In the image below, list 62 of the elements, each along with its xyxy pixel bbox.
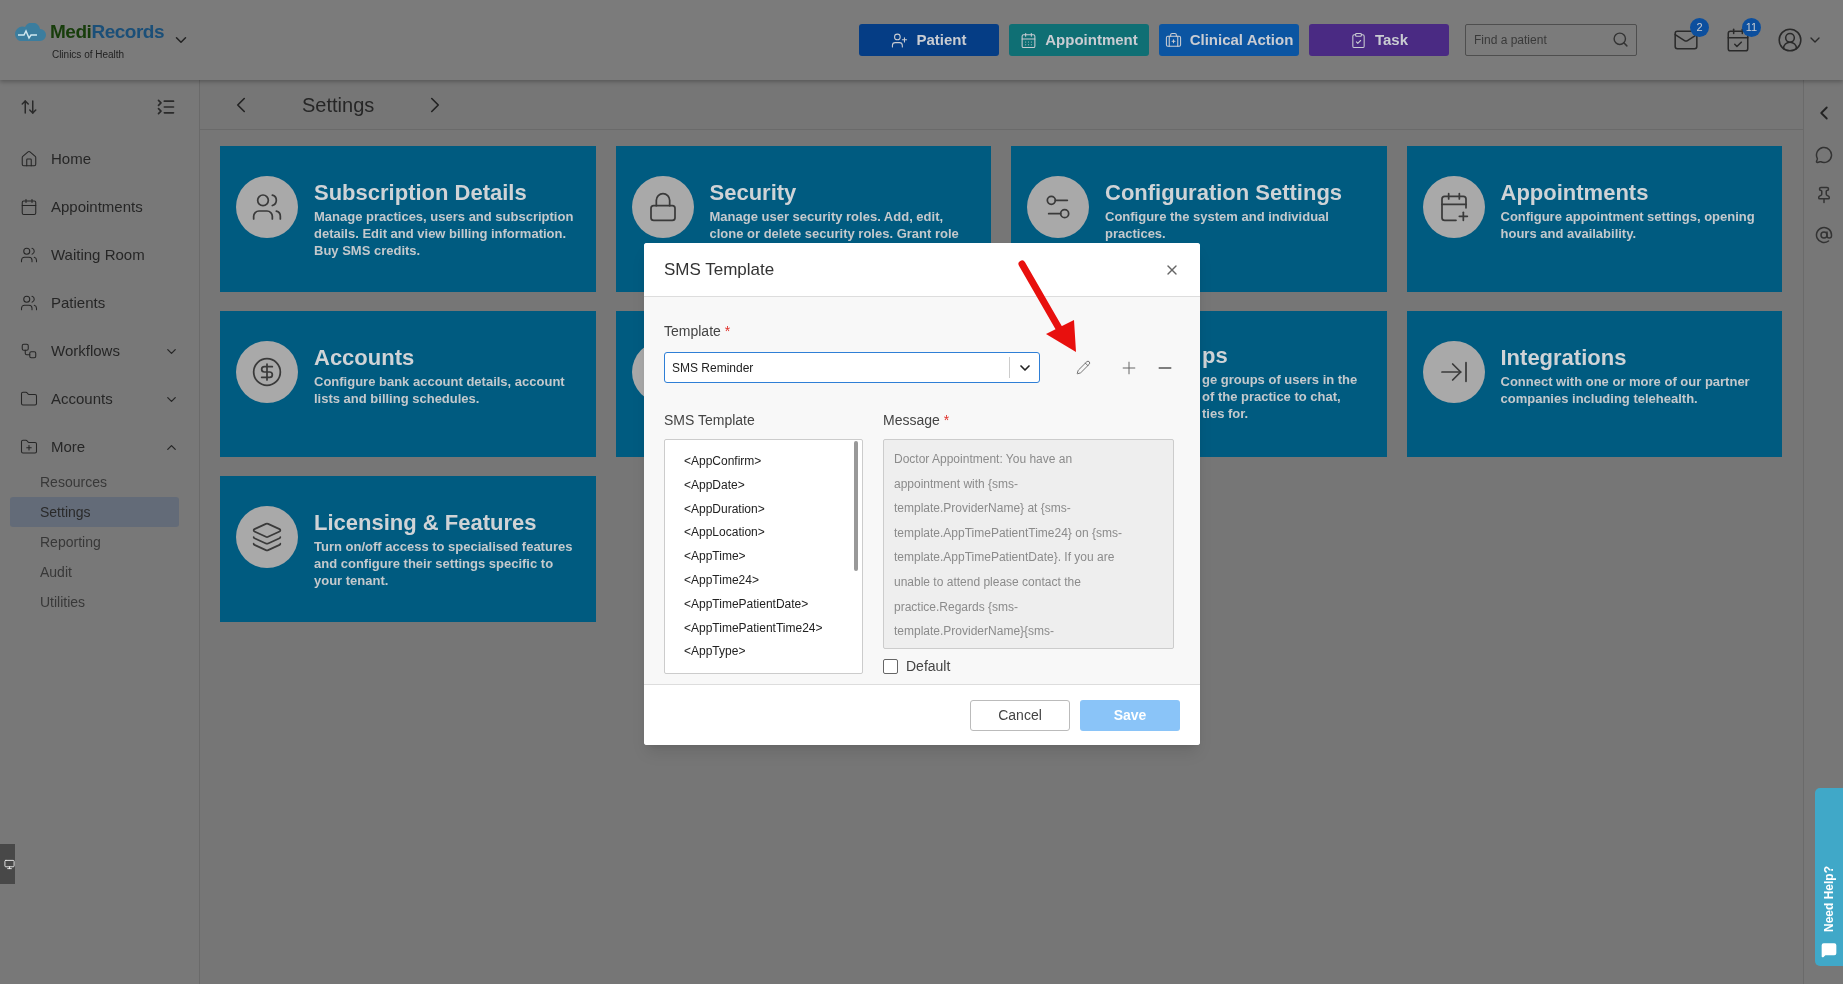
card-description: Manage user security roles. Add, edit, clone or delete security roles. Grant role xyxy=(709,208,960,242)
submenu-item[interactable]: Reporting xyxy=(10,527,179,557)
page-title: Settings xyxy=(302,92,375,118)
card-title: Subscription Details xyxy=(314,179,528,207)
placeholder-item[interactable]: <AppConfirm> xyxy=(684,450,862,474)
help-tab[interactable]: Need Help? xyxy=(1815,788,1843,966)
sidebar-item[interactable]: Appointments xyxy=(20,183,179,231)
checkbox-label: Default xyxy=(906,657,951,676)
sidebar-item[interactable]: Patients xyxy=(20,279,179,327)
card-description: Configure appointment settings, opening hours and availability. xyxy=(1500,208,1756,242)
settings-card[interactable]: Appointments Configure appointment settings, opening hours and availability. xyxy=(1406,146,1782,292)
header-button[interactable]: Clinical Action xyxy=(1159,24,1299,56)
submenu-item[interactable]: Audit xyxy=(10,557,179,587)
count-badge: 11 xyxy=(1742,18,1761,37)
card-description: of the practice to chat, xyxy=(1202,388,1342,405)
placeholder-item[interactable]: <AppTime> xyxy=(684,545,862,569)
placeholder-item[interactable]: <AppDate> xyxy=(684,473,862,498)
field-label: Template * xyxy=(664,323,731,339)
submenu-item[interactable]: Settings xyxy=(10,497,179,527)
search-field[interactable]: Find a patient xyxy=(1465,24,1637,56)
card-description: ties for. xyxy=(1202,405,1250,422)
message-field[interactable]: Doctor Appointment: You have an appointment with {sms-template.ProviderName} at {sms-template.AppTimePatientTime24} on {sms-template.AppTimePatientDate}. If you are unable to attend please contact the practice.Regards {sms-template.ProviderName}{sms- xyxy=(883,439,1174,649)
card-title: Licensing & Features xyxy=(314,509,538,537)
card-title: ps xyxy=(1202,342,1229,370)
field-label: SMS Template xyxy=(664,411,756,430)
card-description: Configure the system and individual practices. xyxy=(1105,208,1330,242)
sidebar-item[interactable]: Workflows xyxy=(20,327,179,375)
brand-subtitle: Clinics of Health xyxy=(51,47,125,62)
placeholder-item[interactable]: <AppTime24> xyxy=(684,569,862,593)
card-description: Configure bank account details, account lists and billing schedules. xyxy=(314,373,566,407)
sidebar-item[interactable]: Home xyxy=(20,135,179,183)
cancel-button[interactable]: Cancel xyxy=(970,699,1070,731)
template-select[interactable]: SMS Reminder xyxy=(664,352,1040,383)
placeholder-item[interactable]: <AppTimePatientTime24> xyxy=(684,616,862,641)
settings-card[interactable]: Accounts Configure bank account details, account lists and billing schedules. xyxy=(220,311,596,457)
sidebar-item[interactable]: Accounts xyxy=(20,375,179,423)
count-badge: 2 xyxy=(1690,18,1709,37)
header-button[interactable]: Task xyxy=(1309,24,1449,56)
placeholder-item[interactable]: <AppLocation> xyxy=(684,521,862,546)
card-description: Manage practices, users and subscription details. Edit and view billing information. Buy SMS credits. xyxy=(314,208,575,259)
card-title: Accounts xyxy=(314,344,416,372)
card-title: Security xyxy=(709,179,798,207)
card-description: Turn on/off access to specialised features and configure their settings specific to your tenant. xyxy=(314,538,574,589)
card-title: Appointments xyxy=(1500,179,1650,207)
submenu-item[interactable]: Utilities xyxy=(10,587,179,617)
card-title: Configuration Settings xyxy=(1105,179,1344,207)
header-button[interactable]: Appointment xyxy=(1009,24,1149,56)
dialog-title: SMS Template xyxy=(664,258,775,281)
field-label: Message * xyxy=(883,411,951,430)
settings-card[interactable]: Subscription Details Manage practices, users and subscription details. Edit and view billing information. Buy SMS credits. xyxy=(220,146,596,292)
placeholder-item[interactable]: <AppType> xyxy=(684,640,862,665)
settings-card[interactable]: Integrations Connect with one or more of our partner companies including telehealth. xyxy=(1406,311,1782,457)
sidebar-item[interactable]: Waiting Room xyxy=(20,231,179,279)
card-description: ge groups of users in the xyxy=(1202,371,1358,388)
help-label: Need Help? xyxy=(1821,866,1837,932)
brand-name: MediRecords xyxy=(50,20,165,45)
card-description: Connect with one or more of our partner companies including telehealth. xyxy=(1500,373,1751,407)
card-title: Integrations xyxy=(1500,344,1628,372)
header-button[interactable]: Patient xyxy=(859,24,999,56)
settings-card[interactable]: Licensing & Features Turn on/off access to specialised features and configure their settings specific to your tenant. xyxy=(220,476,596,622)
placeholder-item[interactable]: <AppDuration> xyxy=(684,497,862,522)
placeholder-item[interactable]: <AppTimePatientDate> xyxy=(684,592,862,617)
